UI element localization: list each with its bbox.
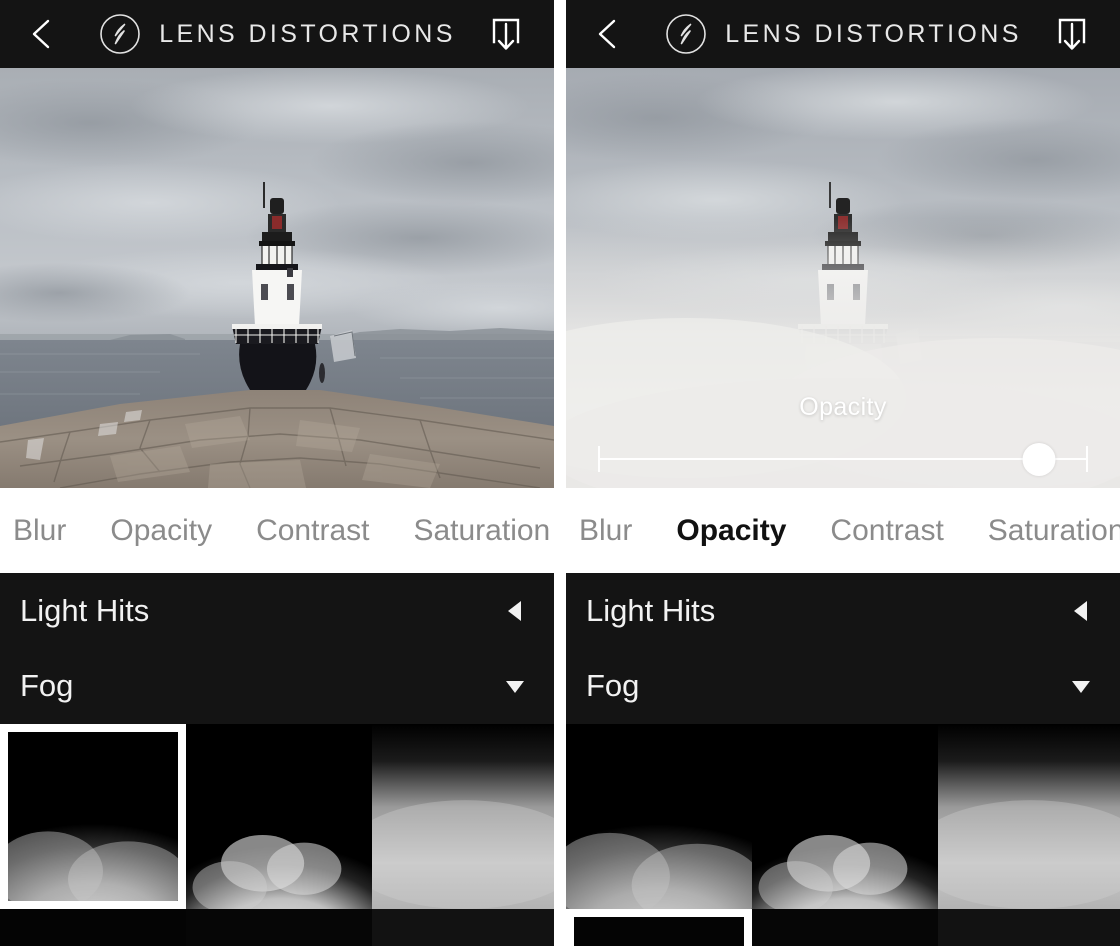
app-header-right: LENS DISTORTIONS [566, 0, 1120, 68]
app-screen: LENS DISTORTIONS Blur Opacity Contrast S… [0, 0, 1120, 946]
adjustment-tabs-right: Blur Opacity Contrast Saturation [566, 488, 1120, 573]
thumbnail-row-2 [566, 909, 1120, 946]
thumbnail-fog-preset-3[interactable] [938, 724, 1120, 909]
app-title: LENS DISTORTIONS [159, 19, 456, 48]
thumbnail-fog-preset-2[interactable] [186, 724, 372, 909]
screenshot-panel-left: LENS DISTORTIONS Blur Opacity Contrast S… [0, 0, 554, 946]
triangle-left-icon [1074, 600, 1087, 621]
thumbnail-row-1 [0, 724, 554, 909]
download-button[interactable] [486, 12, 526, 56]
triangle-left-icon [508, 600, 521, 621]
lens-distortions-logo-icon [666, 14, 707, 54]
panel-divider [554, 0, 566, 946]
tab-contrast[interactable]: Contrast [256, 514, 369, 548]
thumbnail-fog-preset-5[interactable] [186, 909, 372, 946]
preset-thumbnails-right [566, 724, 1120, 946]
fog-billowing-cloud-swatch [752, 724, 938, 909]
chevron-left-icon [598, 19, 616, 49]
list-item-fog[interactable]: Fog [0, 648, 554, 723]
thumbnail-row-1 [566, 724, 1120, 909]
thumbnail-fog-preset-1[interactable] [0, 724, 186, 909]
fog-dark-mist-swatch [574, 917, 744, 946]
preset-thumbnails-left [0, 724, 554, 946]
slider-cap-right [1086, 446, 1088, 472]
fog-dark-mist-swatch [0, 909, 186, 946]
slider-line [598, 458, 1088, 460]
adjustment-tabs-left: Blur Opacity Contrast Saturation [0, 488, 554, 573]
lighthouse-photo [0, 68, 554, 488]
chevron-left-icon [32, 19, 50, 49]
thumbnail-fog-preset-6[interactable] [938, 909, 1120, 946]
thumbnail-fog-preset-4[interactable] [566, 909, 752, 946]
fog-dark-gradient-swatch [372, 909, 554, 946]
list-item-fog[interactable]: Fog [566, 648, 1120, 723]
thumbnail-fog-preset-1[interactable] [566, 724, 752, 909]
fog-soft-haze-swatch [372, 724, 554, 909]
list-item-label: Fog [586, 667, 640, 703]
fog-dark-gradient-swatch [938, 909, 1120, 946]
lens-distortions-logo-icon [100, 14, 141, 54]
tab-opacity[interactable]: Opacity [676, 514, 786, 548]
back-button[interactable] [24, 14, 58, 54]
thumbnail-fog-preset-2[interactable] [752, 724, 938, 909]
app-title: LENS DISTORTIONS [725, 19, 1022, 48]
fog-low-bank-swatch [8, 732, 178, 901]
list-item-label: Fog [20, 667, 74, 703]
download-icon [492, 18, 520, 50]
list-item-label: Light Hits [586, 592, 716, 628]
opacity-slider[interactable] [598, 443, 1088, 476]
triangle-down-icon [506, 680, 524, 693]
brand-lockup: LENS DISTORTIONS [664, 12, 1022, 56]
download-icon [1058, 18, 1086, 50]
download-button[interactable] [1052, 12, 1092, 56]
opacity-slider-group: Opacity [566, 393, 1120, 476]
slider-label: Opacity [799, 393, 887, 421]
thumbnail-fog-preset-6[interactable] [372, 909, 554, 946]
app-header-left: LENS DISTORTIONS [0, 0, 554, 68]
tab-opacity[interactable]: Opacity [110, 514, 212, 548]
thumbnail-fog-preset-5[interactable] [752, 909, 938, 946]
tab-saturation[interactable]: Saturation [988, 514, 1120, 548]
list-item-light-hits[interactable]: Light Hits [0, 573, 554, 648]
tab-blur[interactable]: Blur [13, 514, 66, 548]
fog-dark-cloud-swatch [186, 909, 372, 946]
thumbnail-fog-preset-4[interactable] [0, 909, 186, 946]
fog-low-bank-swatch [566, 724, 752, 909]
tab-contrast[interactable]: Contrast [830, 514, 943, 548]
thumbnail-fog-preset-3[interactable] [372, 724, 554, 909]
screenshot-panel-right: LENS DISTORTIONS Opacity Blur Opacity Co… [566, 0, 1120, 946]
effect-list-left: Light Hits Fog [0, 573, 554, 724]
tab-saturation[interactable]: Saturation [413, 514, 550, 548]
fog-soft-haze-swatch [938, 724, 1120, 909]
photo-preview-left[interactable] [0, 68, 554, 488]
list-item-light-hits[interactable]: Light Hits [566, 573, 1120, 648]
fog-billowing-cloud-swatch [186, 724, 372, 909]
photo-preview-right[interactable]: Opacity [566, 68, 1120, 488]
back-button[interactable] [590, 14, 624, 54]
thumbnail-image [574, 917, 744, 946]
triangle-down-icon [1072, 680, 1090, 693]
thumbnail-row-2 [0, 909, 554, 946]
fog-dark-cloud-swatch [752, 909, 938, 946]
tab-blur[interactable]: Blur [579, 514, 632, 548]
effect-list-right: Light Hits Fog [566, 573, 1120, 724]
brand-lockup: LENS DISTORTIONS [98, 12, 456, 56]
list-item-label: Light Hits [20, 592, 150, 628]
slider-knob[interactable] [1022, 443, 1056, 476]
thumbnail-image [8, 732, 178, 901]
